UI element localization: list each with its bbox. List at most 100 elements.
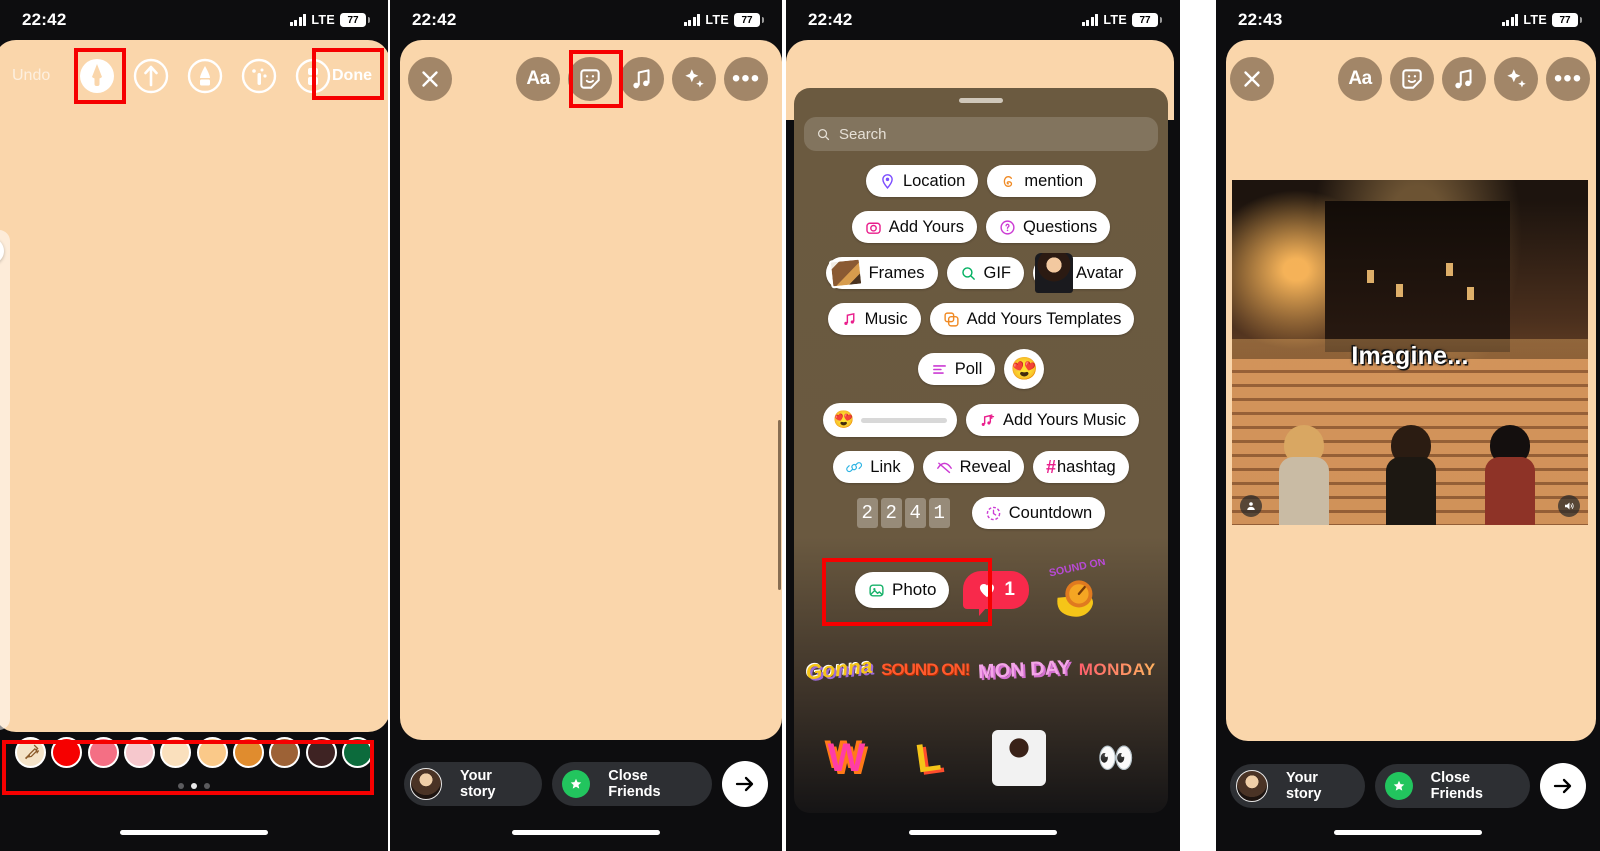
sticker-music[interactable]: Music	[827, 303, 921, 335]
color-swatch-peach[interactable]	[196, 737, 228, 768]
close-button[interactable]	[408, 57, 452, 101]
sticker-row: Location mention	[794, 165, 1168, 197]
sticker-eyes[interactable]: 👀	[1097, 727, 1134, 789]
color-swatch-cream[interactable]	[160, 737, 192, 768]
palette-dot-2[interactable]	[191, 783, 197, 789]
sticker-mention[interactable]: mention	[987, 165, 1097, 197]
sticker-emoji-reaction[interactable]: 😍	[1004, 349, 1045, 389]
avatar-icon	[1035, 253, 1074, 293]
sticker-reveal[interactable]: Reveal	[922, 451, 1024, 483]
effects-tool-button[interactable]	[1494, 57, 1538, 101]
send-button[interactable]	[722, 761, 768, 807]
sticker-add-yours[interactable]: Add Yours	[851, 211, 977, 243]
countdown-digits-sticker[interactable]: 2 2 4 1	[856, 498, 950, 528]
sticker-tool-button[interactable]	[568, 57, 612, 101]
sticker-hashtag[interactable]: # hashtag	[1032, 451, 1129, 483]
sticker-avatar[interactable]: Avatar	[1033, 253, 1137, 293]
person-tag-icon[interactable]	[1240, 495, 1262, 517]
gif-search-icon	[960, 265, 977, 282]
close-friends-button[interactable]: Close Friends	[552, 762, 712, 806]
sticker-photo[interactable]: Photo	[854, 572, 950, 608]
search-input[interactable]: Search	[804, 117, 1158, 151]
text-tool-button[interactable]: Aa	[1338, 57, 1382, 101]
pen-tool-button[interactable]	[78, 57, 116, 95]
sticker-add-yours-templates[interactable]: Add Yours Templates	[929, 303, 1135, 335]
sticker-sound-on[interactable]: SOUND ON	[1043, 559, 1107, 621]
done-button[interactable]: Done	[332, 67, 372, 85]
undo-button[interactable]: Undo	[12, 67, 66, 85]
color-swatch-darkbrown[interactable]	[305, 737, 337, 768]
sticker-label: Location	[902, 171, 966, 190]
sticker-countdown[interactable]: Countdown	[971, 497, 1106, 529]
sticker-monday-bubble[interactable]: MON DAY	[976, 637, 1072, 704]
sticker-location[interactable]: Location	[865, 165, 979, 197]
sound-on-icon[interactable]	[1558, 495, 1580, 517]
sticker-emoji-slider[interactable]: 😍	[823, 403, 958, 437]
color-swatch-green[interactable]	[341, 737, 373, 768]
text-tool-button[interactable]: Aa	[516, 57, 560, 101]
signal-bars-icon	[1501, 14, 1519, 26]
sticker-like-count[interactable]: 1	[963, 571, 1029, 616]
music-tool-button[interactable]	[620, 57, 664, 101]
sticker-label: Questions	[1022, 217, 1098, 236]
like-count-label: 1	[1004, 579, 1015, 600]
sticker-label: hashtag	[1056, 457, 1116, 476]
story-canvas[interactable]	[400, 40, 782, 740]
marker-tool-button[interactable]	[186, 57, 224, 95]
sticker-person-ok[interactable]	[991, 730, 1046, 786]
your-story-button[interactable]: Your story	[1230, 764, 1365, 808]
sticker-letter-l[interactable]: L	[912, 726, 945, 791]
color-swatch-brown[interactable]	[269, 737, 301, 768]
color-swatch-orange[interactable]	[232, 737, 264, 768]
sticker-questions[interactable]: Questions	[985, 211, 1111, 243]
color-swatch-lightpink[interactable]	[123, 737, 155, 768]
sticker-label: Poll	[954, 359, 983, 378]
sticker-gonna[interactable]: Gonna	[803, 636, 876, 705]
sticker-monday-text[interactable]: MONDAY	[1079, 639, 1156, 701]
sticker-add-yours-music[interactable]: Add Yours Music	[966, 404, 1139, 436]
more-options-button[interactable]: •••	[1546, 57, 1590, 101]
sticker-tool-button[interactable]	[1390, 57, 1434, 101]
palette-dot-3[interactable]	[204, 783, 210, 789]
sticker-letter-w[interactable]: W	[828, 727, 866, 789]
scroll-indicator[interactable]	[778, 420, 781, 590]
brush-size-slider[interactable]	[0, 230, 10, 730]
sticker-poll[interactable]: Poll	[917, 353, 996, 385]
status-bar: 22:42 LTE 77	[0, 0, 388, 40]
photo-sticker[interactable]: Imagine...	[1232, 180, 1588, 525]
sticker-link[interactable]: Link	[833, 451, 914, 483]
status-time: 22:42	[412, 10, 457, 29]
eraser-tool-button[interactable]	[294, 57, 332, 95]
emoji-slider-track[interactable]	[861, 417, 948, 423]
battery-icon: 77	[1552, 13, 1582, 27]
close-button[interactable]	[1230, 57, 1274, 101]
color-palette[interactable]	[4, 728, 384, 777]
close-friends-label: Close Friends	[1430, 770, 1483, 802]
sticker-frames[interactable]: Frames	[825, 257, 938, 289]
sticker-label: Photo	[891, 580, 937, 599]
effects-tool-button[interactable]	[672, 57, 716, 101]
draw-tool-list	[78, 57, 332, 95]
arrow-tool-button[interactable]	[132, 57, 170, 95]
palette-dot-1[interactable]	[178, 783, 184, 789]
drawing-canvas[interactable]	[0, 40, 388, 732]
signal-bars-icon	[1081, 14, 1099, 26]
sticker-row: Add Yours Questions	[794, 211, 1168, 243]
more-options-button[interactable]: •••	[724, 57, 768, 101]
your-story-button[interactable]: Your story	[404, 762, 543, 806]
sticker-sound-on-text[interactable]: SOUND ON!	[881, 639, 970, 701]
send-button[interactable]	[1540, 763, 1586, 809]
sticker-row: 2 2 4 1 Countdown	[794, 497, 1168, 529]
color-swatch-pink[interactable]	[87, 737, 119, 768]
your-story-label: Your story	[1286, 770, 1322, 802]
music-tool-button[interactable]	[1442, 57, 1486, 101]
brush-size-knob[interactable]	[0, 238, 4, 264]
status-bar: 22:43 LTE 77	[1216, 0, 1600, 40]
eyedropper-swatch[interactable]	[15, 737, 46, 768]
color-swatch-red[interactable]	[51, 737, 83, 768]
sticker-row: Music Add Yours Templates	[794, 303, 1168, 335]
close-friends-button[interactable]: Close Friends	[1374, 764, 1530, 808]
tray-grabber[interactable]	[959, 98, 1003, 103]
sticker-gif[interactable]: GIF	[946, 257, 1025, 289]
glitter-tool-button[interactable]	[240, 57, 278, 95]
